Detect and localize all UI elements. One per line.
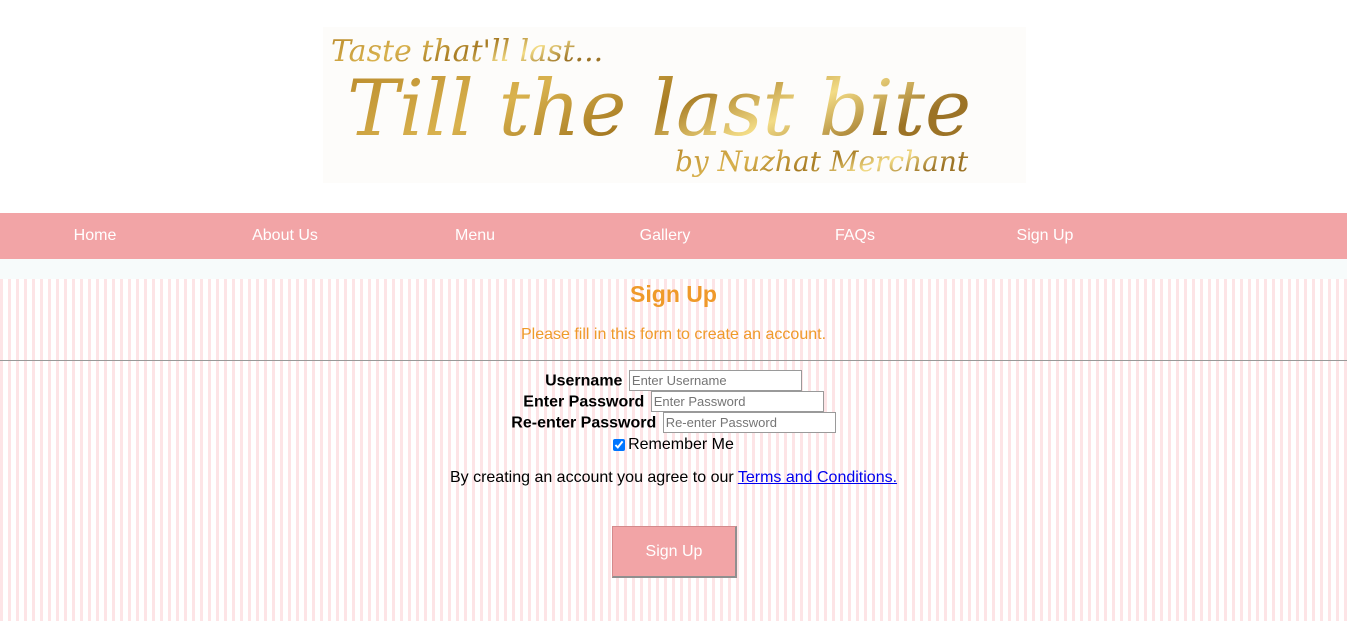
signup-button[interactable]: Sign Up	[612, 526, 737, 578]
nav-gallery[interactable]: Gallery	[570, 213, 760, 259]
repassword-row: Re-enter Password	[0, 412, 1347, 434]
page-title: Sign Up	[630, 281, 717, 307]
logo-name: Till the last bite	[347, 64, 971, 154]
logo-image: Taste that'll last... Till the last bite…	[331, 34, 971, 178]
nav-menu[interactable]: Menu	[380, 213, 570, 259]
main-nav: Home About Us Menu Gallery FAQs Sign Up	[0, 213, 1347, 259]
remember-label: Remember Me	[628, 436, 734, 453]
password-input[interactable]	[650, 391, 824, 413]
form-subtitle: Please fill in this form to create an ac…	[520, 326, 827, 343]
username-label: Username	[545, 372, 623, 390]
nav-home[interactable]: Home	[0, 213, 190, 259]
nav-spacer	[0, 259, 1347, 279]
terms-text: By creating an account you agree to our	[449, 469, 738, 486]
nav-faqs[interactable]: FAQs	[760, 213, 950, 259]
nav-about-us[interactable]: About Us	[190, 213, 380, 259]
divider	[0, 360, 1347, 361]
logo-byline: by Nuzhat Merchant	[675, 145, 969, 178]
remember-checkbox[interactable]	[613, 438, 626, 451]
nav-sign-up[interactable]: Sign Up	[950, 213, 1140, 259]
signup-section: Sign Up Please fill in this form to crea…	[0, 279, 1347, 621]
repassword-input[interactable]	[662, 412, 836, 434]
password-label: Enter Password	[523, 393, 645, 411]
terms-link[interactable]: Terms and Conditions.	[738, 469, 897, 486]
password-row: Enter Password	[0, 391, 1347, 413]
username-input[interactable]	[628, 370, 802, 392]
repassword-label: Re-enter Password	[511, 414, 657, 432]
terms-notice: By creating an account you agree to our …	[0, 469, 1347, 487]
header-banner: Taste that'll last... Till the last bite…	[0, 0, 1347, 213]
username-row: Username	[0, 370, 1347, 392]
brand-logo: Taste that'll last... Till the last bite…	[323, 27, 1026, 183]
remember-row: Remember Me	[0, 434, 1347, 455]
